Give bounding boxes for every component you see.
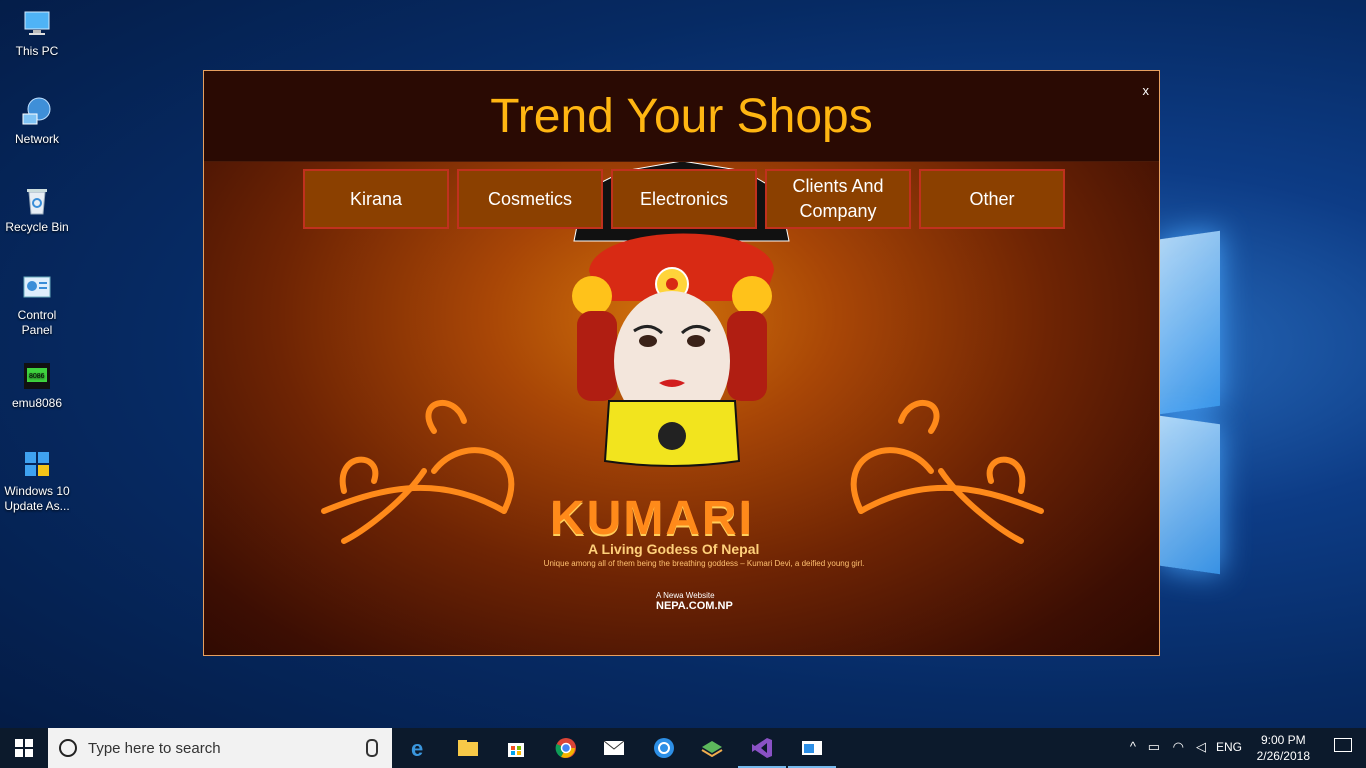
layers-icon (701, 741, 723, 757)
taskbar-clock[interactable]: 9:00 PM 2/26/2018 (1257, 732, 1310, 764)
taskbar-search-box[interactable]: Type here to search (48, 728, 392, 768)
language-indicator[interactable]: ENG (1216, 740, 1242, 754)
windows-update-icon (21, 448, 53, 480)
microphone-icon[interactable] (366, 739, 378, 757)
taskbar-sync-app[interactable] (640, 728, 688, 768)
taskbar-chrome[interactable] (542, 728, 590, 768)
action-center-icon[interactable] (1334, 738, 1352, 752)
volume-icon[interactable]: ◁ (1196, 739, 1206, 755)
computer-icon (21, 8, 53, 40)
chrome-icon (555, 738, 576, 758)
chevron-up-icon[interactable]: ^ (1130, 739, 1136, 754)
nav-button-clients-and-company[interactable]: Clients And Company (765, 169, 911, 229)
taskbar-store[interactable] (492, 728, 540, 768)
cortana-icon (59, 739, 77, 757)
chip-icon: 8086 (21, 360, 53, 392)
recycle-bin-icon (21, 184, 53, 216)
site-credit-domain: NEPA.COM.NP (656, 600, 733, 612)
taskbar-visual-studio[interactable] (738, 728, 786, 768)
nav-button-cosmetics[interactable]: Cosmetics (457, 169, 603, 229)
windows-logo-wallpaper (1150, 215, 1366, 595)
svg-text:e: e (411, 737, 423, 759)
close-button[interactable]: x (1143, 83, 1150, 98)
nav-button-electronics[interactable]: Electronics (611, 169, 757, 229)
desktop-icon-this-pc[interactable]: This PC (2, 8, 72, 59)
wifi-icon[interactable]: ◠ (1173, 739, 1184, 755)
site-credit-small: A Newa Website (656, 591, 715, 600)
battery-icon[interactable]: ▭ (1148, 739, 1160, 755)
mail-icon (603, 740, 625, 755)
file-explorer-icon (458, 740, 478, 756)
banner-heading: KUMARI (550, 492, 754, 545)
nav-button-other[interactable]: Other (919, 169, 1065, 229)
visual-studio-icon (752, 738, 772, 758)
taskbar-edge[interactable]: e (396, 728, 444, 768)
taskbar-running-app[interactable] (788, 728, 836, 768)
app-header: Trend Your Shops x (204, 71, 1159, 162)
desktop-icon-emu8086[interactable]: 8086 emu8086 (2, 360, 72, 411)
trend-your-shops-window: Trend Your Shops x Kirana Cosmetics Elec… (203, 70, 1160, 656)
taskbar: Type here to search e ^ ▭ ◠ ◁ ENG 9:00 P… (0, 728, 1366, 768)
category-nav: Kirana Cosmetics Electronics Clients And… (303, 169, 1065, 229)
nav-button-kirana[interactable]: Kirana (303, 169, 449, 229)
site-credit: A Newa Website NEPA.COM.NP (656, 591, 733, 612)
control-panel-icon (21, 272, 53, 304)
store-icon (508, 743, 524, 757)
banner-tagline: Unique among all of them being the breat… (543, 559, 865, 568)
system-tray: ^ ▭ ◠ ◁ ENG 9:00 PM 2/26/2018 (1106, 728, 1366, 768)
taskbar-layers-app[interactable] (688, 728, 736, 768)
start-button[interactable] (0, 728, 48, 768)
taskbar-mail[interactable] (590, 728, 638, 768)
edge-icon: e (411, 737, 423, 759)
desktop-icon-network[interactable]: Network (2, 96, 72, 147)
svg-text:8086: 8086 (29, 373, 45, 380)
clock-time: 9:00 PM (1260, 733, 1306, 747)
app-title: Trend Your Shops (490, 90, 873, 143)
app-window-icon (802, 741, 822, 755)
desktop-icon-recycle-bin[interactable]: Recycle Bin (2, 184, 72, 235)
clock-date: 2/26/2018 (1256, 749, 1310, 763)
desktop-icon-control-panel[interactable]: Control Panel (2, 272, 72, 338)
banner-subtitle: A Living Godess Of Nepal (588, 541, 760, 557)
sync-icon (654, 738, 674, 758)
windows-start-icon (15, 739, 33, 757)
desktop-icon-windows-update-assistant[interactable]: Windows 10 Update As... (2, 448, 72, 514)
search-placeholder: Type here to search (88, 740, 221, 757)
taskbar-file-explorer[interactable] (444, 728, 492, 768)
network-globe-icon (21, 96, 53, 128)
